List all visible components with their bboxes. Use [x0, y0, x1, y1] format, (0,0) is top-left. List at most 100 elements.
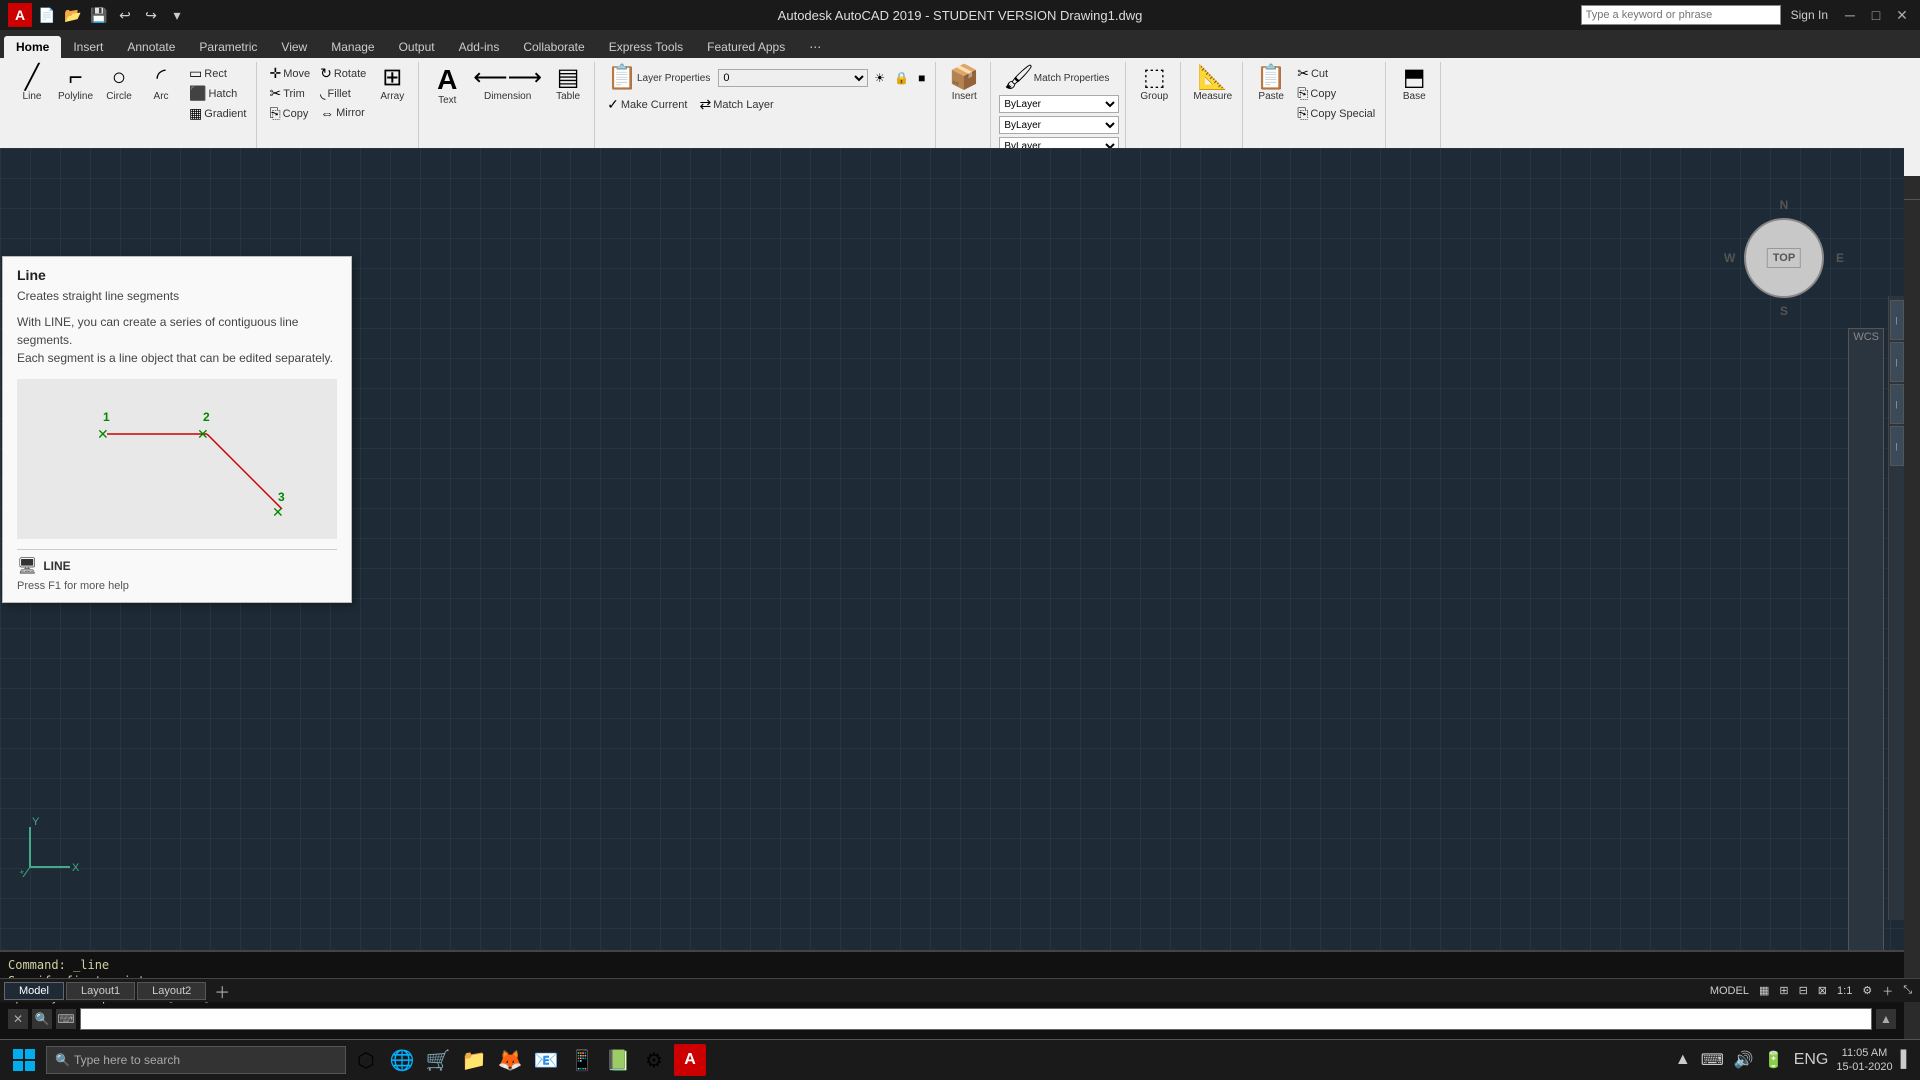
- status-ortho[interactable]: ⊟: [1795, 984, 1812, 997]
- cmd-scroll-up[interactable]: ▲: [1876, 1009, 1896, 1029]
- qat-open[interactable]: 📂: [62, 4, 84, 26]
- task-view-button[interactable]: ⬡: [350, 1044, 382, 1076]
- qat-new[interactable]: 📄: [36, 4, 58, 26]
- group-button[interactable]: ⬚ Group: [1134, 64, 1174, 104]
- status-scale[interactable]: 1:1: [1833, 985, 1856, 997]
- line-button[interactable]: ╱ Line: [12, 64, 52, 104]
- rp-btn-4[interactable]: |: [1890, 426, 1904, 466]
- search-input[interactable]: [1581, 5, 1781, 25]
- qat-dropdown[interactable]: ▾: [166, 4, 188, 26]
- arc-button[interactable]: ◜ Arc: [141, 64, 181, 104]
- rp-btn-3[interactable]: |: [1890, 384, 1904, 424]
- status-expand[interactable]: ⤡: [1899, 984, 1916, 997]
- tray-battery[interactable]: 🔋: [1762, 1048, 1786, 1072]
- tab-layout1[interactable]: Layout1: [66, 982, 135, 1000]
- tray-volume[interactable]: 🔊: [1732, 1048, 1756, 1072]
- taskbar-search[interactable]: 🔍 Type here to search: [46, 1046, 346, 1074]
- cmd-close-btn[interactable]: ✕: [8, 1009, 28, 1029]
- rp-btn-2[interactable]: |: [1890, 342, 1904, 382]
- match-layer-button[interactable]: ⇄ Match Layer: [695, 95, 777, 114]
- cmd-search-btn[interactable]: 🔍: [32, 1009, 52, 1029]
- tab-parametric[interactable]: Parametric: [187, 36, 269, 58]
- tab-annotate[interactable]: Annotate: [115, 36, 187, 58]
- rp-btn-1[interactable]: |: [1890, 300, 1904, 340]
- layer-dropdown[interactable]: 0: [718, 69, 868, 87]
- add-layout-tab[interactable]: ＋: [208, 977, 236, 1005]
- make-current-button[interactable]: ✓ Make Current: [603, 95, 691, 114]
- mirror-button[interactable]: ⇔Mirror: [316, 104, 370, 122]
- tab-express[interactable]: Express Tools: [597, 36, 695, 58]
- qat-undo[interactable]: ↩: [114, 4, 136, 26]
- linetype-select[interactable]: ByLayer: [999, 116, 1119, 134]
- tab-addins[interactable]: Add-ins: [447, 36, 512, 58]
- cmd-input[interactable]: [80, 1008, 1872, 1030]
- measure-button[interactable]: 📐 Measure: [1189, 64, 1236, 104]
- qat-save[interactable]: 💾: [88, 4, 110, 26]
- tab-manage[interactable]: Manage: [319, 36, 386, 58]
- insert-button[interactable]: 📦 Insert: [944, 64, 984, 104]
- autocad-taskbar-icon[interactable]: A: [674, 1044, 706, 1076]
- store-icon[interactable]: 🛒: [422, 1044, 454, 1076]
- layer-properties-button[interactable]: 📋 Layer Properties: [603, 64, 714, 92]
- minimize-button[interactable]: ─: [1838, 5, 1862, 25]
- lock-icon-btn[interactable]: 🔒: [890, 70, 913, 86]
- status-grid[interactable]: ▦: [1755, 984, 1773, 997]
- status-polar[interactable]: ⊠: [1814, 984, 1831, 997]
- tab-output[interactable]: Output: [387, 36, 447, 58]
- rotate-button[interactable]: ↻Rotate: [316, 64, 370, 83]
- table-button[interactable]: ▤ Table: [548, 64, 588, 104]
- gradient-button[interactable]: ▦Gradient: [185, 104, 250, 123]
- qat-redo[interactable]: ↪: [140, 4, 162, 26]
- text-button[interactable]: A Text: [427, 64, 467, 108]
- dimension-button[interactable]: ⟵⟶ Dimension: [469, 64, 546, 104]
- system-clock[interactable]: 11:05 AM 15-01-2020: [1836, 1046, 1892, 1075]
- hatch-button[interactable]: ⬛Hatch: [185, 84, 250, 103]
- trim-button[interactable]: ✂Trim: [265, 84, 314, 103]
- tab-home[interactable]: Home: [4, 36, 61, 58]
- settings-icon[interactable]: ⚙: [638, 1044, 670, 1076]
- move-button[interactable]: ✛Move: [265, 64, 314, 83]
- fox-icon[interactable]: 🦊: [494, 1044, 526, 1076]
- tray-expand[interactable]: ▲: [1673, 1049, 1693, 1071]
- copy-special-button[interactable]: ⎘ Copy Special: [1293, 104, 1379, 123]
- circle-button[interactable]: ○ Circle: [99, 64, 139, 104]
- match-properties-button[interactable]: 🖌 Match Properties: [999, 64, 1113, 92]
- mail-icon[interactable]: 📧: [530, 1044, 562, 1076]
- copy-button[interactable]: ⎘Copy: [265, 104, 314, 123]
- view-top-button[interactable]: TOP: [1767, 248, 1801, 268]
- maximize-button[interactable]: □: [1864, 5, 1888, 25]
- fillet-button[interactable]: ◟Fillet: [316, 84, 370, 103]
- base-button[interactable]: ⬒ Base: [1394, 64, 1434, 104]
- canvas-area[interactable]: Line Creates straight line segments With…: [0, 148, 1904, 1000]
- color-icon-btn[interactable]: ■: [914, 70, 929, 86]
- tab-view[interactable]: View: [269, 36, 319, 58]
- phone-icon[interactable]: 📱: [566, 1044, 598, 1076]
- status-snap[interactable]: ⊞: [1775, 984, 1792, 997]
- show-desktop-button[interactable]: ▌: [1899, 1049, 1914, 1071]
- rect-button[interactable]: ▭Rect: [185, 64, 250, 83]
- whatsapp-icon[interactable]: 📗: [602, 1044, 634, 1076]
- tab-model[interactable]: Model: [4, 982, 64, 1000]
- edge-icon[interactable]: 🌐: [386, 1044, 418, 1076]
- explorer-icon[interactable]: 📁: [458, 1044, 490, 1076]
- tab-layout2[interactable]: Layout2: [137, 982, 206, 1000]
- close-button[interactable]: ✕: [1890, 5, 1914, 25]
- tray-language[interactable]: ENG: [1792, 1049, 1831, 1071]
- status-model[interactable]: MODEL: [1706, 985, 1753, 997]
- array-button[interactable]: ⊞ Array: [372, 64, 412, 104]
- start-button[interactable]: [6, 1042, 42, 1078]
- copy-cb-button[interactable]: ⎘ Copy: [1293, 84, 1379, 103]
- paste-button[interactable]: 📋 Paste: [1251, 64, 1291, 104]
- polyline-button[interactable]: ⌐ Polyline: [54, 64, 97, 104]
- status-settings[interactable]: ⚙: [1858, 984, 1876, 997]
- tab-featured[interactable]: Featured Apps: [695, 36, 797, 58]
- sun-icon-btn[interactable]: ☀: [870, 70, 889, 86]
- tab-more[interactable]: ⋯: [797, 36, 833, 58]
- tab-insert[interactable]: Insert: [61, 36, 115, 58]
- tray-keyboard[interactable]: ⌨: [1699, 1048, 1726, 1072]
- cut-button[interactable]: ✂ Cut: [1293, 64, 1379, 83]
- color-select[interactable]: ByLayer: [999, 95, 1119, 113]
- status-add[interactable]: ＋: [1878, 983, 1897, 999]
- sign-in-button[interactable]: Sign In: [1783, 8, 1836, 22]
- tab-collaborate[interactable]: Collaborate: [511, 36, 596, 58]
